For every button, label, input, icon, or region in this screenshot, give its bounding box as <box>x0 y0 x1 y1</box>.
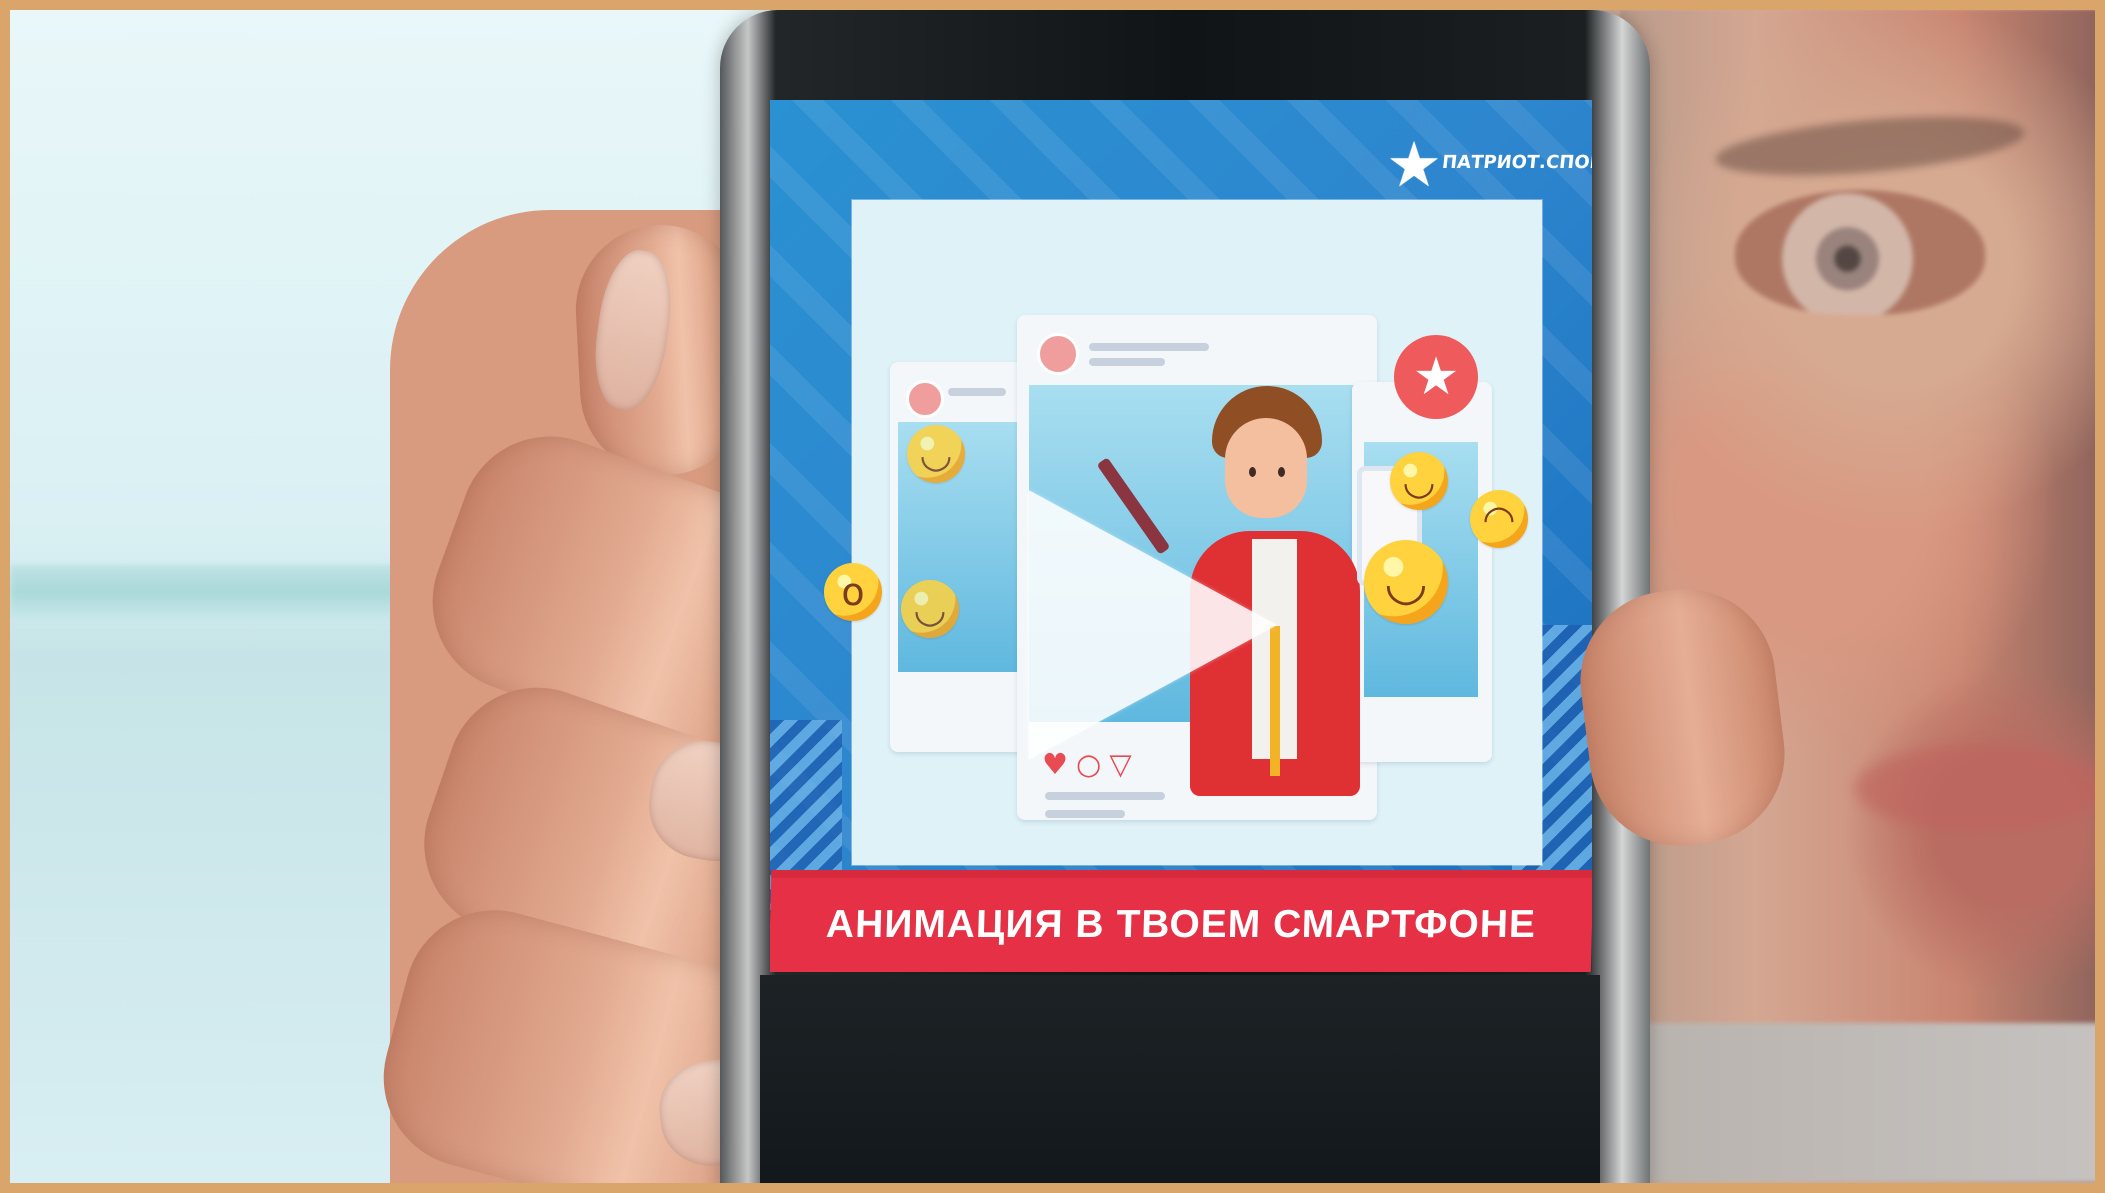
post-text-line <box>1045 792 1165 800</box>
play-icon[interactable] <box>1007 480 1277 770</box>
profile-icon <box>906 380 944 418</box>
post-text-line <box>1089 358 1165 366</box>
video-title-banner: АНИМАЦИЯ В ТВОЕМ СМАРТФОНЕ <box>770 870 1592 972</box>
play-triangle[interactable] <box>1007 480 1277 770</box>
eye <box>1735 190 1985 315</box>
animation-illustration: ♥○▽ ★ o ◡ ◠ ◡ ◡ ◡ <box>824 200 1542 865</box>
phone-lower-screen <box>760 975 1600 1193</box>
emoji: ◡ <box>901 580 959 638</box>
star-logo-icon: ★ <box>1386 128 1442 201</box>
eye <box>1278 467 1285 477</box>
eye <box>1249 467 1256 477</box>
emoji: ◡ <box>907 425 965 483</box>
video-frame[interactable]: ★ ПАТРИОТ.СПОРТ ♥○▽ ★ o ◡ ◠ ◡ ◡ ◡ АНИМАЦ… <box>0 0 2105 1193</box>
smile-emoji: ◡ <box>1390 452 1448 510</box>
eyebrow <box>1713 106 2027 186</box>
profile-icon <box>1037 333 1079 375</box>
happy-emoji: ◡ <box>1364 540 1448 624</box>
mouth <box>1855 745 2105 831</box>
post-text-line <box>1045 810 1125 818</box>
phone-screen[interactable]: ★ ПАТРИОТ.СПОРТ ♥○▽ ★ o ◡ ◠ ◡ ◡ ◡ АНИМАЦ… <box>770 100 1592 972</box>
star-badge-icon: ★ <box>1394 335 1478 419</box>
wink-emoji: ◠ <box>1470 490 1528 548</box>
post-text-line <box>1089 343 1209 351</box>
surprised-emoji: o <box>824 563 882 621</box>
post-text-line <box>948 388 1006 396</box>
brand-logo-text: ПАТРИОТ.СПОРТ <box>1440 152 1592 173</box>
